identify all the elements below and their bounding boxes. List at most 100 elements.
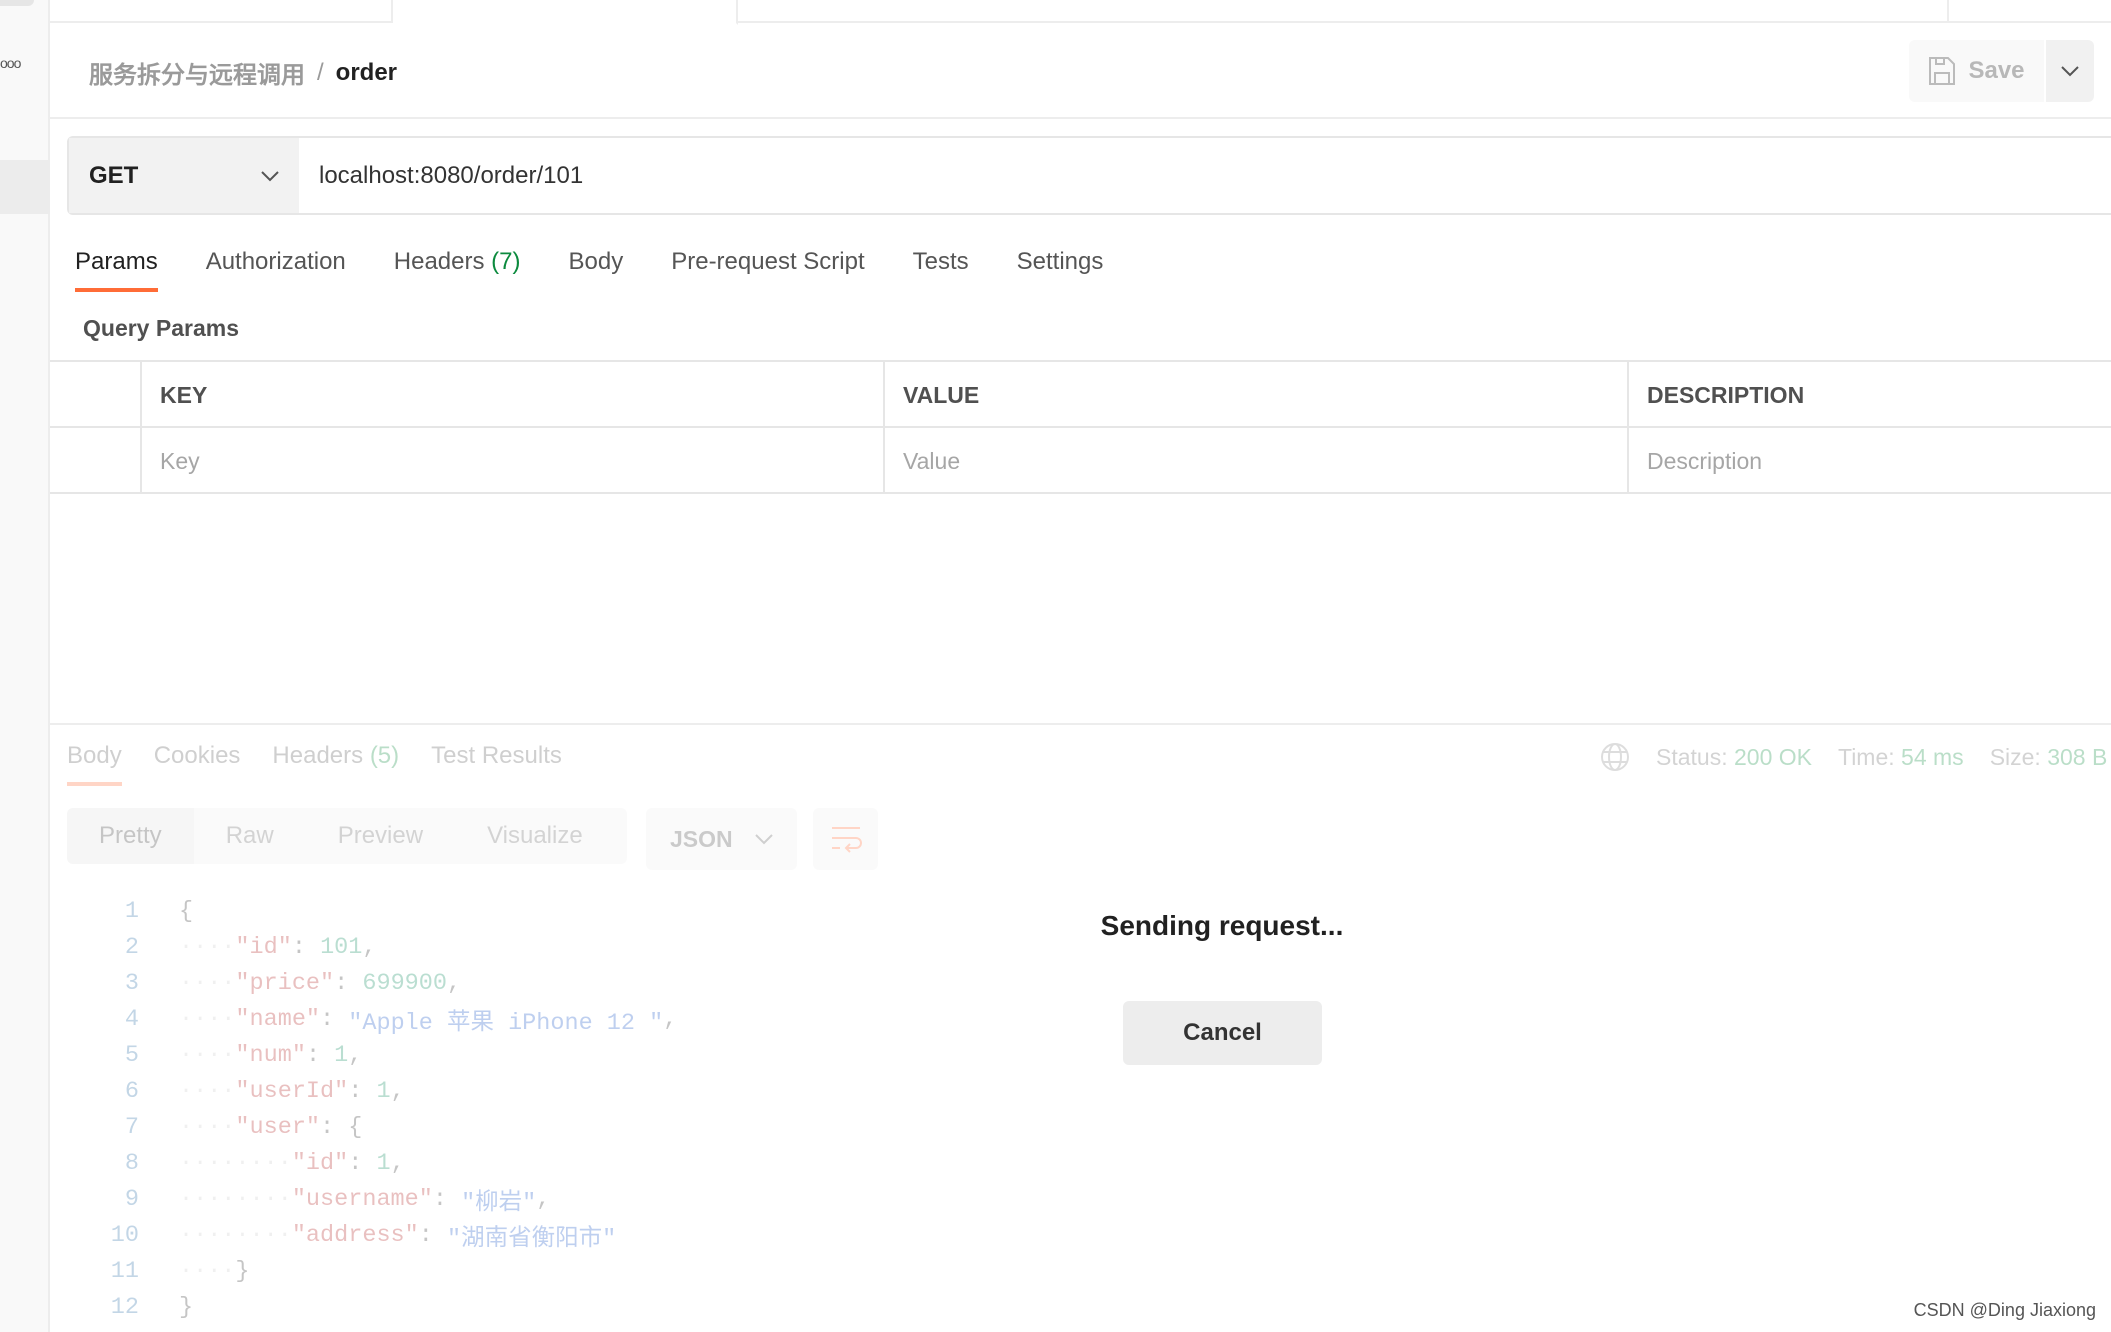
code-line: 10 ········ "address": "湖南省衡阳市" bbox=[50, 1217, 677, 1253]
value-input[interactable]: Value bbox=[883, 428, 1627, 494]
response-pane: Body Cookies Headers (5) Test Results St… bbox=[50, 725, 2111, 1332]
time: Time: 54 ms bbox=[1838, 744, 1964, 771]
code-token: ········ bbox=[179, 1185, 292, 1213]
tab-tests[interactable]: Tests bbox=[913, 248, 969, 292]
format-value: JSON bbox=[670, 825, 733, 852]
request-tab[interactable] bbox=[50, 0, 393, 23]
code-token: : bbox=[291, 933, 321, 961]
save-button[interactable]: Save bbox=[1909, 40, 2044, 102]
code-line: 11 ····} bbox=[50, 1253, 677, 1289]
tab-params[interactable]: Params bbox=[75, 248, 158, 292]
code-token: ···· bbox=[179, 1077, 236, 1105]
time-label: Time: bbox=[1838, 743, 1895, 770]
method-value: GET bbox=[89, 161, 139, 189]
breadcrumb-collection[interactable]: 服务拆分与远程调用 bbox=[89, 55, 305, 90]
response-tab-cookies[interactable]: Cookies bbox=[154, 742, 241, 770]
code-token: 101 bbox=[320, 933, 363, 961]
query-params-title: Query Params bbox=[83, 315, 239, 341]
breadcrumb: 服务拆分与远程调用 / order bbox=[89, 55, 397, 90]
code-line: 7 ···· "user": { bbox=[50, 1109, 677, 1145]
code-token: ···· bbox=[179, 933, 236, 961]
view-visualize[interactable]: Visualize bbox=[455, 822, 615, 850]
line-number: 3 bbox=[124, 969, 139, 997]
code-token: 1 bbox=[376, 1077, 391, 1105]
save-icon bbox=[1929, 57, 1956, 85]
view-raw[interactable]: Raw bbox=[194, 822, 306, 850]
code-token: "user" bbox=[235, 1113, 321, 1141]
request-tab[interactable] bbox=[738, 0, 1949, 23]
view-mode-group: Pretty Raw Preview Visualize bbox=[67, 808, 627, 864]
tab-label: Pre-request Script bbox=[671, 248, 865, 275]
cancel-button[interactable]: Cancel bbox=[1123, 1001, 1322, 1065]
sidebar-top-item[interactable] bbox=[0, 0, 34, 6]
status-value: 200 OK bbox=[1734, 743, 1812, 770]
request-tab-active[interactable] bbox=[393, 0, 738, 25]
line-number: 7 bbox=[124, 1113, 139, 1141]
code-token: "username" bbox=[291, 1185, 433, 1213]
line-number: 12 bbox=[110, 1293, 139, 1321]
code-token: , bbox=[536, 1185, 551, 1213]
tab-authorization[interactable]: Authorization bbox=[206, 248, 346, 292]
response-tabs: Body Cookies Headers (5) Test Results bbox=[67, 742, 594, 786]
line-number: 4 bbox=[124, 1005, 139, 1033]
time-value: 54 ms bbox=[1901, 743, 1964, 770]
tab-label: Settings bbox=[1016, 248, 1104, 275]
line-number: 10 bbox=[110, 1221, 139, 1249]
format-select[interactable]: JSON bbox=[646, 808, 797, 870]
headers-count: (7) bbox=[491, 248, 521, 275]
code-token: : { bbox=[320, 1113, 363, 1141]
wrap-icon bbox=[831, 827, 862, 853]
code-token: ········ bbox=[179, 1149, 292, 1177]
request-tabs: Params Authorization Headers (7) Body Pr… bbox=[75, 248, 1151, 292]
code-token: ···· bbox=[179, 1041, 236, 1069]
url-input[interactable]: localhost:8080/order/101 bbox=[299, 138, 2111, 213]
globe-icon[interactable] bbox=[1600, 742, 1630, 772]
view-pretty[interactable]: Pretty bbox=[67, 808, 194, 864]
tab-pre-request-script[interactable]: Pre-request Script bbox=[671, 248, 864, 292]
code-token: "柳岩" bbox=[461, 1189, 537, 1217]
table-header-row: KEY VALUE DESCRIPTION bbox=[50, 362, 2111, 428]
chevron-down-icon bbox=[2061, 66, 2079, 77]
tab-settings[interactable]: Settings bbox=[1017, 248, 1104, 292]
response-tab-body[interactable]: Body bbox=[67, 742, 122, 786]
code-token: "price" bbox=[235, 969, 335, 997]
code-token: "Apple 苹果 iPhone 12 " bbox=[348, 1009, 664, 1037]
line-number: 11 bbox=[110, 1257, 139, 1285]
code-line: 5 ···· "num": 1, bbox=[50, 1037, 677, 1073]
description-input[interactable]: Description bbox=[1627, 428, 2111, 494]
response-tab-headers[interactable]: Headers (5) bbox=[272, 742, 399, 770]
size-label: Size: bbox=[1989, 743, 2041, 770]
sidebar: ooo bbox=[0, 0, 50, 1332]
view-preview[interactable]: Preview bbox=[306, 822, 455, 850]
more-icon[interactable]: ooo bbox=[0, 55, 21, 71]
code-token: ···· bbox=[179, 1005, 236, 1033]
save-options-button[interactable] bbox=[2046, 40, 2094, 102]
response-tab-test-results[interactable]: Test Results bbox=[431, 742, 562, 770]
code-token: { bbox=[179, 897, 194, 925]
line-number: 2 bbox=[124, 933, 139, 961]
tab-label: Headers bbox=[272, 742, 364, 769]
sidebar-item-selected[interactable] bbox=[0, 160, 50, 214]
breadcrumb-request-name[interactable]: order bbox=[336, 59, 397, 87]
sending-request-message: Sending request... bbox=[1100, 910, 1344, 941]
code-token: ···· bbox=[179, 969, 236, 997]
table-row: Key Value Description bbox=[50, 428, 2111, 494]
tab-body[interactable]: Body bbox=[569, 248, 624, 292]
code-token: "userId" bbox=[235, 1077, 349, 1105]
tab-label: Params bbox=[75, 248, 158, 275]
divider bbox=[50, 117, 2111, 119]
status-label: Status: bbox=[1656, 743, 1728, 770]
code-token: } bbox=[235, 1257, 250, 1285]
breadcrumb-separator: / bbox=[317, 58, 324, 86]
size: Size: 308 B bbox=[1990, 744, 2108, 771]
headers-count: (5) bbox=[369, 742, 400, 769]
code-line: 9 ········ "username": "柳岩", bbox=[50, 1181, 677, 1217]
tab-headers[interactable]: Headers (7) bbox=[394, 248, 521, 292]
key-input[interactable]: Key bbox=[140, 428, 883, 494]
method-select[interactable]: GET bbox=[69, 138, 299, 213]
line-number: 6 bbox=[124, 1077, 139, 1105]
code-line: 8 ········ "id": 1, bbox=[50, 1145, 677, 1181]
response-body-code[interactable]: 1{2 ···· "id": 101, 3 ···· "price": 699900, 4 ·… bbox=[50, 893, 678, 1325]
wrap-lines-button[interactable] bbox=[813, 808, 878, 870]
line-number: 5 bbox=[124, 1041, 139, 1069]
